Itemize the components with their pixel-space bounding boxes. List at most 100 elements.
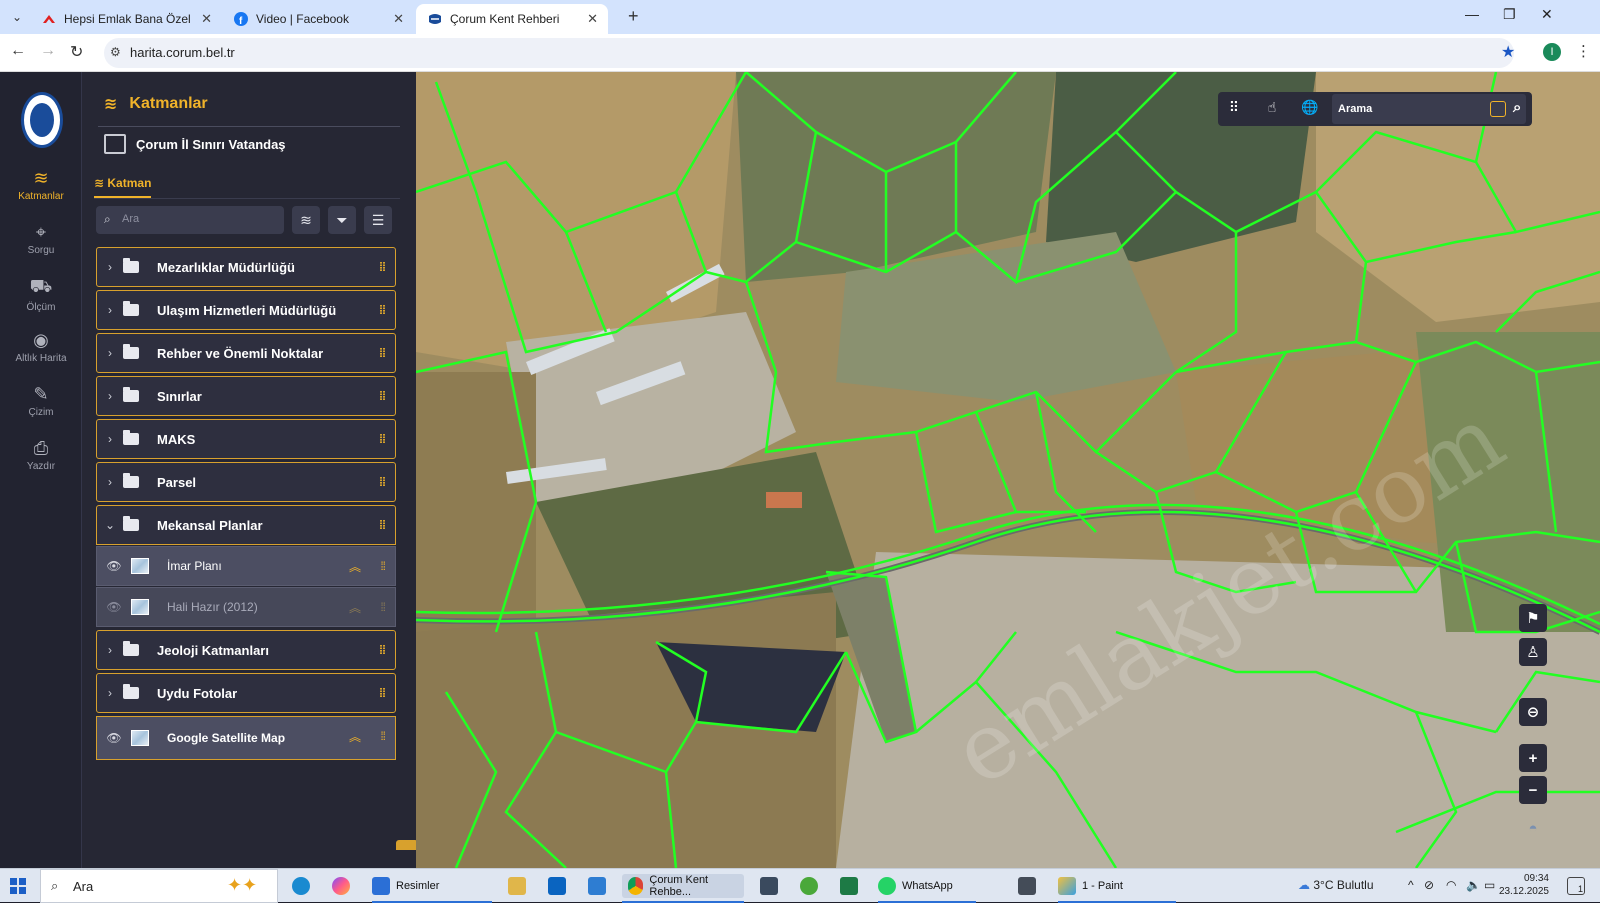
photos-app[interactable]: Resimler [372,874,492,903]
zoom-out-button[interactable]: − [1519,776,1547,804]
pegman-button[interactable]: ♙ [1519,638,1547,666]
wifi-icon[interactable]: ◠ [1446,878,1456,892]
chevron-right-icon[interactable]: › [97,686,123,700]
eye-icon[interactable]: 👁 [97,559,131,573]
municipality-logo[interactable] [21,92,63,148]
layer-group[interactable]: › Uydu Fotolar ⁞⁞ [96,673,396,713]
chevron-up-double-icon[interactable]: ︽ [349,728,361,745]
site-info-icon[interactable]: ⚙ [110,45,121,59]
rail-item-cizim[interactable]: ✎ Çizim [0,384,82,418]
layer-stack-button[interactable]: ≋ [292,206,320,234]
chevron-right-icon[interactable]: › [97,303,123,317]
drag-handle-icon[interactable]: ⁞⁞ [379,260,386,274]
excel-app[interactable] [840,874,864,898]
drag-handle-icon[interactable]: ⁞⁞ [379,475,386,489]
drag-handle-icon[interactable]: ⁞⁞ [379,432,386,446]
drag-handle-icon[interactable]: ⁞⁞ [379,346,386,360]
grid-icon[interactable]: ⠿ [1222,99,1246,121]
compass-button[interactable]: ◓ [1519,814,1547,842]
speaker-icon[interactable]: 🔈 [1466,878,1481,892]
drag-handle-icon[interactable]: ⁞⁞ [379,389,386,403]
zoom-in-button[interactable]: + [1519,744,1547,772]
calculator-app[interactable] [760,874,784,898]
browser-tab-hepsiemlak[interactable]: Hepsi Emlak Bana Özel ✕ [30,4,222,34]
map-canvas[interactable]: emlakjet.com ⠿ ☝ 🌐 Arama ⌕ ⚑ ♙ ⊖ + − ◓ [416,72,1600,868]
layer-group[interactable]: › Ulaşım Hizmetleri Müdürlüğü ⁞⁞ [96,290,396,330]
layer-group[interactable]: › Jeoloji Katmanları ⁞⁞ [96,630,396,670]
bookmark-star-icon[interactable]: ★ [1501,42,1515,62]
filter-button[interactable]: ⏷ [328,206,356,234]
menu-button[interactable]: ☰ [364,206,392,234]
chevron-down-icon[interactable]: ⌄ [97,518,123,532]
browser-tab-corum[interactable]: Çorum Kent Rehberi ✕ [416,4,608,34]
chevron-right-icon[interactable]: › [97,346,123,360]
chevron-up-double-icon[interactable]: ︽ [349,599,361,616]
chevron-right-icon[interactable]: › [97,260,123,274]
chevron-right-icon[interactable]: › [97,389,123,403]
outlook-app[interactable] [548,874,572,898]
drag-handle-icon[interactable]: ⁞⁞ [379,643,386,657]
drag-handle-icon[interactable]: ⁞⁞ [379,303,386,317]
globe-app[interactable] [800,874,824,898]
eye-icon[interactable]: 👁 [97,600,131,614]
layer-group[interactable]: › MAKS ⁞⁞ [96,419,396,459]
url-text[interactable]: harita.corum.bel.tr [130,45,235,60]
drag-handle-icon[interactable]: ⁞⁞ [380,600,386,614]
close-tab-icon[interactable]: ✕ [587,11,598,27]
layer-group[interactable]: › Mezarlıklar Müdürlüğü ⁞⁞ [96,247,396,287]
layer-search-input[interactable]: ⌕ Ara [96,206,284,234]
rail-item-sorgu[interactable]: ⌖ Sorgu [0,222,82,256]
drag-handle-icon[interactable]: ⁞⁞ [380,559,386,573]
search-checkbox[interactable] [1490,101,1506,117]
restore-icon[interactable]: ❐ [1503,6,1516,23]
store-app[interactable] [588,874,612,898]
close-tab-icon[interactable]: ✕ [393,11,404,27]
chevron-right-icon[interactable]: › [97,643,123,657]
pointer-hand-icon[interactable]: ☝ [1260,99,1284,121]
eye-icon[interactable]: 👁 [97,731,131,745]
reload-icon[interactable]: ↻ [70,42,83,62]
weather-widget[interactable]: ☁ 3°C Bulutlu [1298,878,1374,892]
sublayer-imar-plani[interactable]: 👁 İmar Planı ︽ ⁞⁞ [96,546,396,586]
forward-icon[interactable]: → [40,42,56,60]
street-view-button[interactable]: ⚑ [1519,604,1547,632]
layer-group[interactable]: › Sınırlar ⁞⁞ [96,376,396,416]
notification-badge[interactable]: 1 [1567,877,1585,895]
snipping-app[interactable] [1018,874,1042,898]
windows-start-icon[interactable] [10,878,26,894]
rail-item-katmanlar[interactable]: ≋ Katmanlar [0,168,82,202]
search-icon[interactable]: ⌕ [1513,99,1521,116]
globe-icon[interactable]: 🌐 [1298,99,1322,121]
rail-item-olcum[interactable]: ⛟ Ölçüm [0,276,82,313]
chrome-app[interactable]: Çorum Kent Rehbe... [622,874,744,903]
basemap-selector[interactable]: Çorum İl Sınırı Vatandaş [104,134,286,154]
sublayer-google-satellite[interactable]: 👁 Google Satellite Map ︽ ⁞⁞ [96,716,396,760]
map-search-input[interactable]: Arama ⌕ [1332,94,1526,124]
sublayer-hali-hazir[interactable]: 👁 Hali Hazır (2012) ︽ ⁞⁞ [96,587,396,627]
close-window-icon[interactable]: ✕ [1541,6,1553,23]
layer-group[interactable]: › Rehber ve Önemli Noktalar ⁞⁞ [96,333,396,373]
rail-item-yazdir[interactable]: ⎙ Yazdır [0,438,82,472]
chevron-up-double-icon[interactable]: ︽ [349,558,361,575]
panel-collapse-handle[interactable] [396,840,418,850]
edge-app[interactable] [292,874,316,898]
back-icon[interactable]: ← [10,42,26,60]
address-bar[interactable]: ⚙ harita.corum.bel.tr [104,38,1514,68]
tab-katman[interactable]: ≋ Katman [94,176,152,198]
tab-search-menu-button[interactable]: ⌄ [6,6,28,28]
close-tab-icon[interactable]: ✕ [201,11,212,27]
paint-app[interactable]: 1 - Paint [1058,874,1176,903]
taskbar-search-input[interactable]: ⌕ Ara ✦✦ [40,869,278,903]
chevron-up-icon[interactable]: ^ [1408,878,1414,892]
browser-tab-facebook[interactable]: f Video | Facebook ✕ [222,4,414,34]
file-tool-app[interactable] [508,874,532,898]
layer-group[interactable]: › Parsel ⁞⁞ [96,462,396,502]
chevron-right-icon[interactable]: › [97,432,123,446]
new-tab-button[interactable]: + [628,6,639,27]
drag-handle-icon[interactable]: ⁞⁞ [379,686,386,700]
drag-handle-icon[interactable]: ⁞⁞ [379,518,386,532]
chevron-right-icon[interactable]: › [97,475,123,489]
whatsapp-app[interactable]: WhatsApp [878,874,976,903]
drag-handle-icon[interactable]: ⁞⁞ [380,729,386,743]
rail-item-altlik-harita[interactable]: ◉ Altlık Harita [0,330,82,364]
